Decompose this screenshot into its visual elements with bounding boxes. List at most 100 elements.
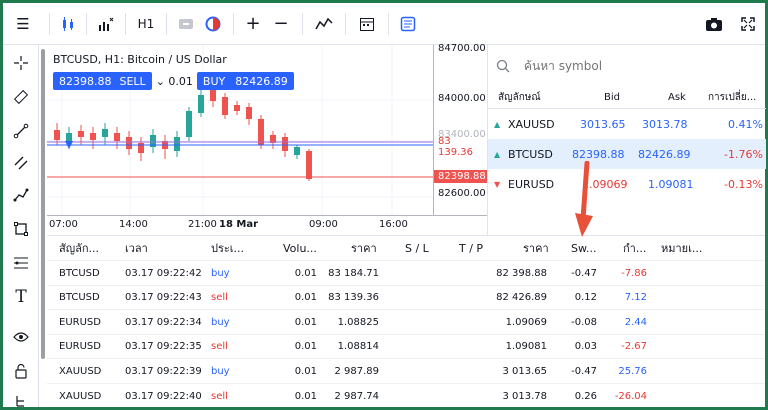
col-tp[interactable]: T / P [459, 236, 483, 260]
watchlist-row-btcusd[interactable]: ▲ BTCUSD 82398.88 82426.89 -1.76% [488, 139, 766, 169]
zoom-in-icon[interactable]: + [240, 3, 266, 45]
screenshot-icon[interactable] [697, 3, 731, 45]
watch-ask: 3013.78 [642, 117, 688, 131]
search-input[interactable] [524, 59, 724, 73]
pos-time: 03.17 09:22:43 [125, 292, 202, 304]
toolbar-divider [302, 12, 303, 35]
current-price-tag: 82398.88 [434, 170, 488, 183]
pos-symbol: BTCUSD [59, 267, 100, 279]
ruler-icon[interactable] [3, 85, 39, 109]
search-icon [496, 59, 510, 73]
candles-icon[interactable] [56, 3, 80, 45]
indicator-line-icon[interactable] [309, 3, 339, 45]
position-row[interactable]: XAUUSD 03.17 09:22:40 sell 0.01 2 987.74… [47, 383, 765, 408]
toolbar-divider [388, 12, 389, 35]
col-ask[interactable]: Ask [668, 85, 686, 109]
pos-open-price: 1.08814 [337, 341, 379, 353]
up-arrow-icon: ▲ [494, 119, 501, 129]
zoom-out-icon[interactable]: − [266, 3, 296, 45]
compare-icon[interactable] [173, 3, 199, 45]
position-row[interactable]: BTCUSD 03.17 09:22:43 sell 0.01 83 139.3… [47, 284, 765, 310]
calendar-icon[interactable] [352, 3, 382, 45]
col-volume[interactable]: Volu... [283, 236, 317, 260]
pos-current-price: 1.09069 [505, 316, 547, 328]
menu-icon[interactable]: ☰ [3, 3, 43, 45]
price-axis[interactable]: 84700.00 84000.00 83400.00 83 139.36 823… [433, 43, 488, 215]
indicators-icon[interactable] [93, 3, 119, 45]
chart-title: BTCUSD, H1: Bitcoin / US Dollar [53, 53, 227, 66]
watch-change: 0.41% [728, 117, 763, 131]
pos-volume: 0.01 [294, 341, 317, 353]
watchlist-row-eurusd[interactable]: ▼ EURUSD 1.09069 1.09081 -0.13% [488, 169, 766, 199]
eye-icon[interactable] [3, 325, 39, 349]
pos-type: sell [211, 292, 228, 304]
sell-button[interactable]: 82398.88 SELL [53, 72, 152, 90]
col-sl[interactable]: S / L [405, 236, 429, 260]
time-label: 18 Mar [219, 219, 259, 230]
position-row[interactable]: EURUSD 03.17 09:22:35 sell 0.01 1.08814 … [47, 333, 765, 359]
col-symbol[interactable]: สัญลัก... [59, 236, 99, 260]
pos-swap: -0.08 [571, 316, 597, 328]
fib-levels-icon[interactable] [3, 251, 39, 275]
text-tool-icon[interactable]: T [3, 285, 39, 309]
symbol-search[interactable] [488, 53, 766, 79]
buy-button[interactable]: BUY 82426.89 [196, 72, 294, 90]
price-label: 82600.00 [438, 188, 486, 199]
pos-volume: 0.01 [294, 267, 317, 279]
pos-current-price: 82 426.89 [496, 292, 547, 304]
col-bid[interactable]: Bid [604, 85, 620, 109]
order-panel-icon[interactable] [395, 3, 421, 45]
path-icon[interactable] [3, 183, 39, 207]
timeframe-button[interactable]: H1 [132, 3, 160, 45]
pos-time: 03.17 09:22:35 [125, 341, 202, 353]
pos-swap: -0.47 [571, 267, 597, 279]
chart-style-icon[interactable] [199, 3, 227, 45]
price-chart[interactable]: BTCUSD, H1: Bitcoin / US Dollar 82398.88… [47, 45, 487, 235]
position-row[interactable]: EURUSD 03.17 09:22:34 buy 0.01 1.08825 1… [47, 309, 765, 334]
chevron-down-icon: ⌄ [155, 74, 165, 88]
col-change[interactable]: การเปลี่ย... [708, 85, 756, 109]
pos-profit: -2.67 [621, 341, 647, 353]
col-current-price[interactable]: ราคา [523, 236, 549, 260]
fullscreen-icon[interactable] [731, 3, 765, 45]
time-label: 09:00 [309, 219, 338, 230]
watchlist-panel: สัญลักษณ์ Bid Ask การเปลี่ย... ▲ XAUUSD … [487, 45, 766, 235]
col-open-price[interactable]: ราคา [351, 236, 377, 260]
col-time[interactable]: เวลา [125, 236, 148, 260]
col-comment[interactable]: หมายเ... [661, 236, 702, 260]
pos-swap: 0.03 [574, 341, 597, 353]
tree-icon[interactable] [3, 389, 39, 410]
left-scrollbar[interactable] [41, 49, 45, 359]
pos-volume: 0.01 [294, 390, 317, 402]
time-label: 14:00 [119, 219, 148, 230]
watch-ask: 82426.89 [638, 147, 691, 161]
parallel-channel-icon[interactable] [3, 151, 39, 175]
pos-profit: -7.86 [621, 267, 647, 279]
crosshair-icon[interactable] [3, 51, 39, 75]
entry-price-tag: 83 139.36 [438, 135, 473, 158]
col-symbol[interactable]: สัญลักษณ์ [498, 85, 541, 109]
down-arrow-icon: ▼ [494, 179, 501, 189]
pos-swap: -0.47 [571, 365, 597, 377]
pos-swap: 0.12 [574, 292, 597, 304]
pos-volume: 0.01 [294, 316, 317, 328]
lot-size-field[interactable]: ⌄ 0.01 [156, 75, 193, 88]
pos-time: 03.17 09:22:40 [125, 390, 202, 402]
pos-time: 03.17 09:22:34 [125, 316, 202, 328]
pos-volume: 0.01 [294, 365, 317, 377]
position-row[interactable]: XAUUSD 03.17 09:22:39 buy 0.01 2 987.89 … [47, 358, 765, 383]
toolbar-divider [49, 12, 50, 35]
trend-line-icon[interactable] [3, 119, 39, 143]
col-profit[interactable]: กำ... [623, 236, 646, 260]
col-type[interactable]: ประเ... [211, 236, 244, 260]
rectangle-icon[interactable] [3, 217, 39, 241]
lock-icon[interactable] [3, 359, 39, 383]
sell-label: SELL [119, 74, 146, 88]
watch-bid: 3013.65 [580, 117, 626, 131]
app-frame: ☰ H1 + − T BTCUSD, H1: Bitcoin / US Doll… [0, 0, 768, 410]
pos-symbol: BTCUSD [59, 292, 100, 304]
toolbar-divider [166, 12, 167, 35]
watchlist-row-xauusd[interactable]: ▲ XAUUSD 3013.65 3013.78 0.41% [488, 109, 766, 139]
position-row[interactable]: BTCUSD 03.17 09:22:42 buy 0.01 83 184.71… [47, 260, 765, 285]
time-axis[interactable]: 07:00 14:00 21:00 18 Mar 09:00 16:00 [47, 215, 487, 235]
